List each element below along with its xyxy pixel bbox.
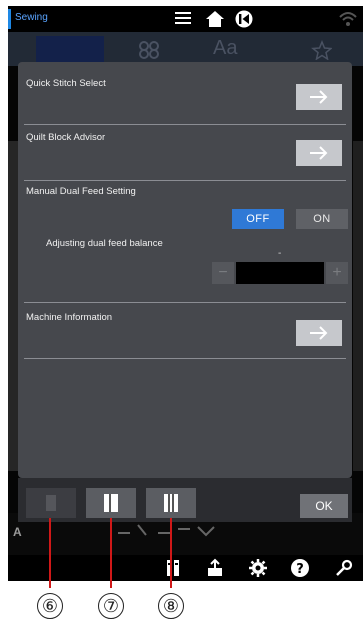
quick-stitch-select-button[interactable] bbox=[296, 84, 342, 110]
callout-line-6 bbox=[49, 518, 51, 588]
callout-8: ⑧ bbox=[158, 593, 184, 619]
page-button-2[interactable] bbox=[86, 488, 136, 518]
machine-information-button[interactable] bbox=[296, 320, 342, 346]
text-tab: Aa bbox=[213, 37, 238, 59]
stitch-tab bbox=[36, 36, 104, 62]
app-title: Sewing bbox=[15, 12, 48, 23]
home-icon[interactable] bbox=[204, 9, 226, 29]
background-right-panel bbox=[353, 141, 363, 471]
callout-7: ⑦ bbox=[98, 593, 124, 619]
callout-line-7 bbox=[110, 518, 112, 588]
wifi-icon bbox=[338, 9, 358, 29]
status-bar: Sewing bbox=[8, 6, 363, 32]
help-icon[interactable]: ? bbox=[290, 558, 310, 578]
manual-dual-feed-label: Manual Dual Feed Setting bbox=[26, 186, 136, 197]
screen: Sewing Aa A Quick Stitch Select Quilt Bl… bbox=[8, 6, 363, 581]
arrow-right-icon bbox=[310, 326, 328, 340]
dual-feed-balance-value: - bbox=[278, 248, 282, 259]
dual-feed-balance-label: Adjusting dual feed balance bbox=[46, 238, 163, 249]
balance-plus-button[interactable]: + bbox=[326, 262, 348, 284]
settings-panel: Quick Stitch Select Quilt Block Advisor … bbox=[18, 62, 352, 478]
divider bbox=[24, 124, 346, 125]
bottom-toolbar: ? bbox=[8, 555, 363, 581]
back-circle-icon[interactable] bbox=[233, 9, 255, 29]
balance-minus-button[interactable]: − bbox=[212, 262, 234, 284]
page-button-1[interactable] bbox=[26, 488, 76, 518]
arrow-right-icon bbox=[310, 90, 328, 104]
background-tab-bar: Aa bbox=[8, 32, 363, 66]
svg-text:?: ? bbox=[296, 562, 304, 577]
dual-feed-off-toggle[interactable]: OFF bbox=[232, 209, 284, 229]
title-accent bbox=[8, 9, 11, 29]
callout-line-8 bbox=[170, 518, 172, 588]
ok-button[interactable]: OK bbox=[300, 494, 348, 518]
export-icon[interactable] bbox=[205, 558, 225, 578]
book-icon[interactable] bbox=[163, 558, 183, 578]
quilt-block-advisor-button[interactable] bbox=[296, 140, 342, 166]
menu-icon[interactable] bbox=[175, 9, 191, 29]
quilt-block-advisor-label: Quilt Block Advisor bbox=[26, 132, 106, 143]
page-button-3[interactable] bbox=[146, 488, 196, 518]
machine-information-label: Machine Information bbox=[26, 312, 113, 323]
divider bbox=[24, 302, 346, 303]
dual-feed-on-toggle[interactable]: ON bbox=[296, 209, 348, 229]
settings-icon[interactable] bbox=[248, 558, 268, 578]
divider bbox=[24, 180, 346, 181]
background-left-panel bbox=[8, 141, 18, 471]
strip-mini-icons bbox=[118, 523, 238, 540]
divider bbox=[24, 358, 346, 359]
panel-footer: OK bbox=[18, 478, 352, 522]
balance-value-field bbox=[236, 262, 324, 284]
strip-label: A bbox=[13, 525, 22, 539]
arrow-right-icon bbox=[310, 146, 328, 160]
callout-6: ⑥ bbox=[37, 593, 63, 619]
quick-stitch-select-label: Quick Stitch Select bbox=[26, 78, 106, 89]
wrench-icon[interactable] bbox=[334, 558, 354, 578]
